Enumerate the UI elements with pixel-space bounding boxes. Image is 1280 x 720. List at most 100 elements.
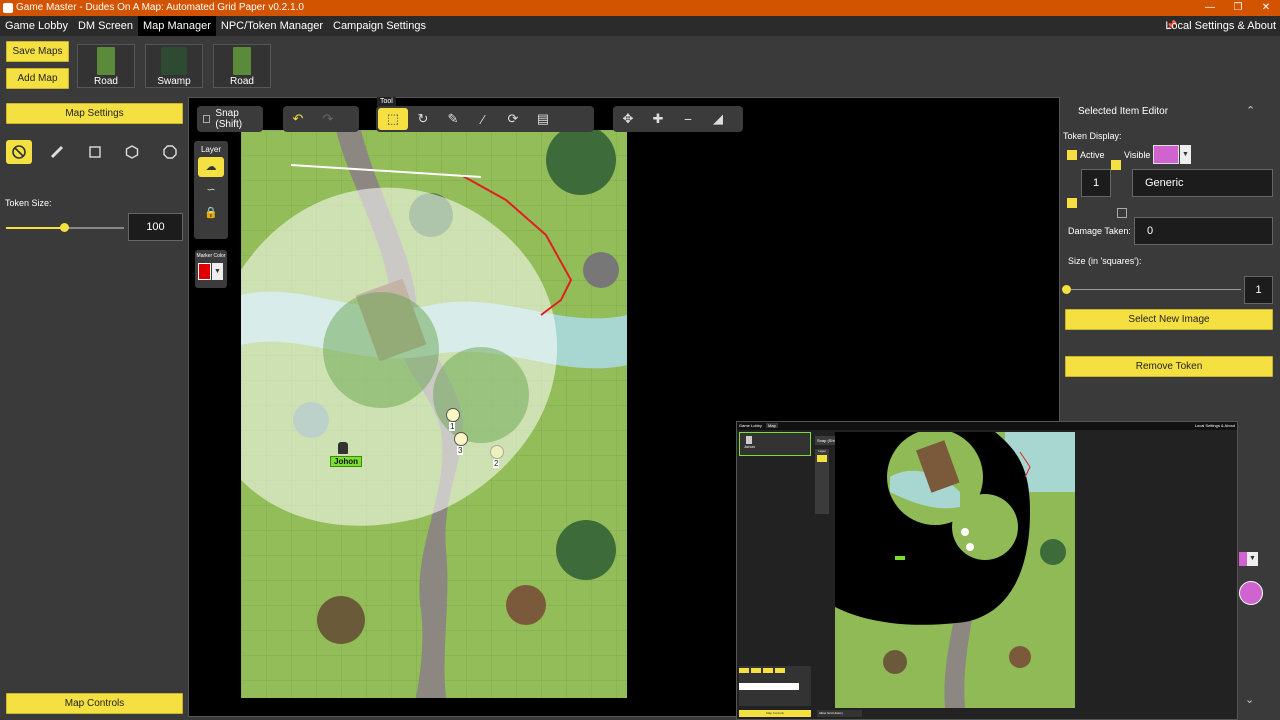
tab-map-manager[interactable]: Map Manager [138,16,216,36]
remove-token-button[interactable]: Remove Token [1065,356,1273,377]
player-view-control[interactable] [763,668,773,673]
token-number-input[interactable]: 1 [1081,169,1111,197]
marker-color-picker[interactable]: Marker Color ▼ [195,250,227,288]
refresh-icon[interactable]: ⟳ [498,108,528,130]
cloud-layer-icon[interactable] [817,455,827,462]
marker-color-label: Marker Color [196,253,226,259]
battle-map[interactable]: 1 3 2 Johon [241,130,627,698]
player-token[interactable] [490,445,504,459]
player-view-token-card[interactable]: Johon [739,432,811,456]
move-icon[interactable]: ✥ [613,108,643,130]
token-size-input[interactable]: 100 [128,213,183,241]
visible-checkbox[interactable] [1111,160,1121,170]
player-view-map-image [835,432,1075,708]
app-icon [3,3,13,13]
player-view-local-settings[interactable]: Local Settings & About [1195,422,1235,430]
brush-icon[interactable]: ✎ [438,108,468,130]
cloud-layer-icon[interactable]: ☁ [198,157,224,177]
size-slider[interactable] [1067,289,1241,290]
token-color-swatch-partial[interactable] [1239,552,1247,566]
grid-corner-icon[interactable]: ◢ [703,108,733,130]
marker-color-swatch [198,263,211,280]
hexagon-icon[interactable] [119,140,145,164]
tab-game-lobby[interactable]: Game Lobby [0,16,73,36]
lock-layer-icon[interactable]: 🔒 [198,203,224,223]
select-new-image-button[interactable]: Select New Image [1065,309,1273,330]
token-color-swatch[interactable] [1153,145,1179,164]
player-view-menu: Game Lobby Map Local Settings & About [737,422,1237,430]
editor-title: Selected Item Editor [1078,106,1169,117]
player-view-tab-lobby[interactable]: Game Lobby [739,423,762,428]
rotate-icon[interactable]: ↻ [408,108,438,130]
size-input[interactable]: 1 [1244,276,1273,304]
curve-layer-icon[interactable]: ∽ [198,180,224,200]
player-token-number: 2 [493,459,500,468]
chevron-down-icon[interactable]: ▼ [1180,145,1191,164]
add-token-icon[interactable]: ✚ [643,108,673,130]
chevron-down-icon[interactable]: ▼ [212,263,223,280]
map-thumbnail[interactable]: Road [77,44,135,88]
drawing-tools [6,140,183,166]
history-toolbar: ↶ ↷ [283,106,359,132]
map-settings-button[interactable]: Map Settings [6,103,183,124]
close-icon[interactable]: ✕ [1252,0,1280,16]
tab-dm-screen[interactable]: DM Screen [73,16,138,36]
add-map-button[interactable]: Add Map [6,68,69,89]
map-thumbnail[interactable]: Road [213,44,271,88]
paint-roller-icon[interactable]: ▤ [528,108,558,130]
name-checkbox[interactable] [1117,208,1127,218]
player-token-number: 3 [457,446,464,455]
view-toolbar: ✥ ✚ ⎯ ◢ [613,106,743,132]
tab-campaign-settings[interactable]: Campaign Settings [328,16,431,36]
map-thumbnail-image [161,47,187,75]
player-view-layer-label: Layer [818,449,826,453]
minimize-icon[interactable]: — [1196,0,1224,16]
no-draw-icon[interactable] [6,140,32,164]
save-maps-button[interactable]: Save Maps [6,41,69,62]
player-token[interactable] [454,432,468,446]
map-thumbnail[interactable]: Swamp [145,44,203,88]
map-thumbnail-image [233,47,251,75]
collapse-icon[interactable]: ⌃ [1246,104,1255,117]
ruler-icon[interactable] [44,140,70,164]
line-icon[interactable]: ∕ [468,108,498,130]
player-view-window[interactable]: Game Lobby Map Local Settings & About Jo… [736,421,1238,720]
npc-token-label: Johon [330,456,362,467]
number-checkbox[interactable] [1067,198,1077,208]
map-thumbnail-image [97,47,115,75]
measure-icon[interactable]: ⎯ [673,108,703,130]
active-checkbox[interactable] [1067,150,1077,160]
damage-input[interactable]: 0 [1134,217,1273,245]
layer-label: Layer [200,145,221,154]
player-view-bottom-tab[interactable]: Allow Grid History [817,710,862,717]
undo-icon[interactable]: ↶ [283,108,313,130]
tab-npc-token-manager[interactable]: NPC/Token Manager [216,16,328,36]
local-settings-link[interactable]: Local Settings & About [1165,16,1276,36]
window-controls: — ❐ ✕ [1196,0,1280,16]
npc-token-icon[interactable] [338,442,348,454]
player-view-map [835,432,1075,708]
maximize-icon[interactable]: ❐ [1224,0,1252,16]
player-token[interactable] [446,408,460,422]
square-icon[interactable] [82,140,108,164]
snap-label: Snap (Shift) [215,108,243,130]
token-size-label: Token Size: [5,198,52,208]
player-view-control[interactable] [739,668,749,673]
battle-map-image [241,130,627,698]
player-view-map-controls[interactable]: Map Controls [739,710,811,717]
player-view-input[interactable] [739,683,799,690]
token-size-slider-handle[interactable] [60,223,69,232]
snap-toggle[interactable]: Snap (Shift) [197,106,263,132]
expand-icon[interactable]: ⌄ [1245,693,1254,706]
player-view-control[interactable] [775,668,785,673]
map-controls-button[interactable]: Map Controls [6,693,183,714]
octagon-icon[interactable] [157,140,183,164]
size-slider-handle[interactable] [1062,285,1071,294]
player-view-tab-map[interactable]: Map [766,423,778,428]
redo-icon[interactable]: ↷ [313,108,343,130]
chevron-down-icon[interactable]: ▼ [1247,552,1258,566]
token-name-input[interactable]: Generic [1132,169,1273,197]
snap-checkbox[interactable] [203,115,211,123]
player-view-control[interactable] [751,668,761,673]
select-area-icon[interactable]: ⬚ [378,108,408,130]
